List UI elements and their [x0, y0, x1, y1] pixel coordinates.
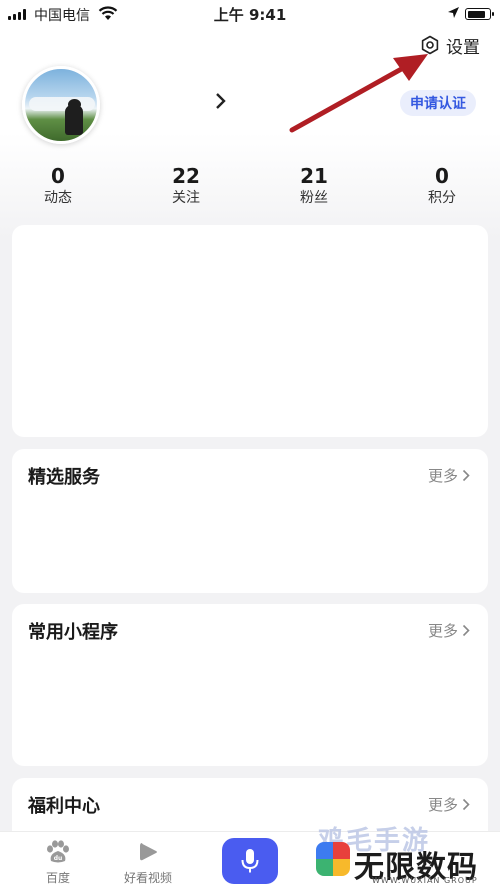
blank-card	[12, 225, 488, 437]
status-time: 上午 9:41	[213, 6, 287, 24]
gear-icon	[421, 35, 439, 55]
featured-services-card: 精选服务 更多	[12, 449, 488, 593]
more-link[interactable]: 更多	[428, 620, 470, 641]
more-label: 更多	[427, 467, 458, 485]
mic-icon	[241, 849, 259, 873]
stat-label: 关注	[172, 190, 200, 206]
chevron-right-icon	[462, 624, 470, 637]
section-title: 常用小程序	[28, 622, 118, 643]
stat-value: 0	[51, 164, 65, 188]
battery-icon	[465, 8, 494, 20]
settings-label: 设置	[446, 37, 480, 58]
location-arrow-icon	[448, 7, 459, 18]
baidu-paw-icon: du	[47, 840, 69, 863]
apply-verification-button[interactable]: 申请认证	[400, 90, 476, 116]
stat-label: 动态	[44, 190, 72, 206]
more-label: 更多	[427, 622, 458, 640]
section-title: 精选服务	[28, 467, 100, 488]
status-bar: 中国电信 上午 9:41	[0, 0, 500, 28]
stat-value: 22	[172, 164, 200, 188]
stat-label: 积分	[428, 190, 456, 206]
avatar[interactable]	[22, 66, 100, 144]
stat-followers[interactable]: 21 粉丝	[274, 164, 354, 208]
voice-search-button[interactable]	[222, 838, 278, 884]
settings-button[interactable]: 设置	[420, 32, 480, 58]
watermark: 鸡毛手游 无限数码 WWW.WUXIAN GROUP	[312, 820, 500, 889]
stat-value: 0	[435, 164, 449, 188]
stat-label: 粉丝	[300, 190, 328, 206]
nav-baidu[interactable]: du 百度	[38, 840, 78, 886]
nav-label: 百度	[45, 871, 70, 885]
watermark-sub-text: WWW.WUXIAN GROUP	[372, 876, 478, 885]
stat-value: 21	[300, 164, 328, 188]
section-title: 福利中心	[28, 796, 100, 817]
stats-row: 0 动态 22 关注 21 粉丝 0 积分	[0, 164, 500, 210]
svg-text:du: du	[54, 855, 63, 862]
play-icon	[140, 843, 157, 861]
profile-chevron-icon[interactable]	[214, 92, 228, 110]
stat-points[interactable]: 0 积分	[402, 164, 482, 208]
mini-programs-card: 常用小程序 更多	[12, 604, 488, 766]
chevron-right-icon	[462, 469, 470, 482]
stat-following[interactable]: 22 关注	[146, 164, 226, 208]
more-link[interactable]: 更多	[428, 794, 470, 815]
more-link[interactable]: 更多	[428, 465, 470, 486]
more-label: 更多	[427, 796, 458, 814]
nav-label: 好看视频	[123, 871, 172, 885]
chevron-right-icon	[462, 798, 470, 811]
nav-haokan-video[interactable]: 好看视频	[118, 840, 178, 886]
stat-posts[interactable]: 0 动态	[18, 164, 98, 208]
watermark-logo-icon	[316, 842, 350, 876]
